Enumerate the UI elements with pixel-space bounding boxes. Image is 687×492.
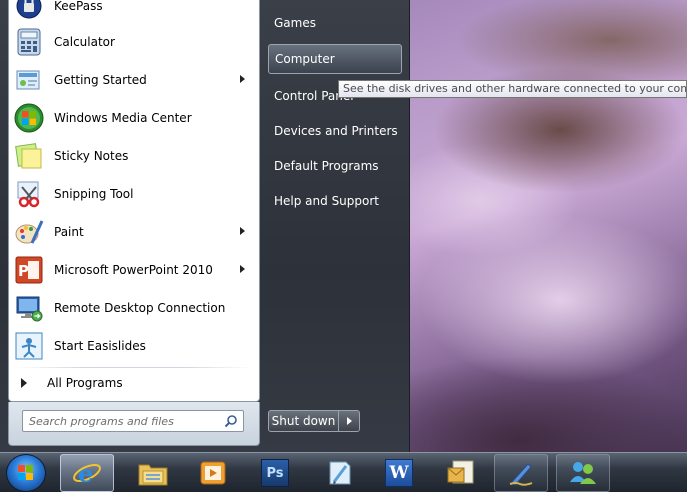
program-label: Getting Started bbox=[54, 73, 147, 87]
remote-desktop-icon bbox=[13, 292, 45, 324]
tooltip-text: See the disk drives and other hardware c… bbox=[343, 82, 687, 95]
program-label: Remote Desktop Connection bbox=[54, 301, 226, 315]
tooltip: See the disk drives and other hardware c… bbox=[338, 80, 687, 98]
taskbar-word[interactable]: W bbox=[372, 454, 426, 492]
program-powerpoint-2010[interactable]: P Microsoft PowerPoint 2010 bbox=[11, 251, 257, 289]
submenu-arrow-icon bbox=[240, 227, 245, 235]
shutdown-options-button[interactable] bbox=[339, 411, 359, 431]
taskbar-outlook[interactable] bbox=[434, 454, 488, 492]
word-label: W bbox=[389, 463, 409, 483]
taskbar-media-player[interactable] bbox=[186, 454, 240, 492]
pen-tool-icon bbox=[509, 463, 533, 486]
taskbar-messenger[interactable] bbox=[556, 454, 610, 492]
getting-started-icon bbox=[13, 64, 45, 96]
menu-item-label: Games bbox=[274, 16, 316, 30]
program-calculator[interactable]: Calculator bbox=[11, 23, 257, 61]
shutdown-button-group: Shut down bbox=[268, 410, 360, 432]
menu-item-computer[interactable]: Computer bbox=[268, 44, 402, 74]
menu-item-label: Help and Support bbox=[274, 194, 379, 208]
keepass-icon bbox=[13, 0, 45, 22]
taskbar-notepad[interactable] bbox=[312, 454, 366, 492]
all-programs-button[interactable]: All Programs bbox=[11, 370, 257, 396]
taskbar-photoshop[interactable]: Ps bbox=[248, 454, 302, 492]
menu-item-label: Default Programs bbox=[274, 159, 379, 173]
arrow-right-icon bbox=[21, 378, 27, 388]
taskbar-internet-explorer[interactable]: e bbox=[60, 454, 114, 492]
program-label: Start Easislides bbox=[54, 339, 146, 353]
windows-media-center-icon bbox=[13, 102, 45, 134]
menu-item-help-and-support[interactable]: Help and Support bbox=[268, 186, 402, 216]
photoshop-label: Ps bbox=[266, 465, 284, 481]
taskbar: e Ps W bbox=[0, 452, 687, 492]
search-area bbox=[8, 402, 260, 446]
start-menu: KeePass Calculator Getting Started Windo… bbox=[0, 0, 410, 452]
menu-item-devices-and-printers[interactable]: Devices and Printers bbox=[268, 116, 402, 146]
windows-explorer-icon bbox=[138, 464, 168, 486]
program-start-easislides[interactable]: Start Easislides bbox=[11, 327, 257, 365]
notepad-icon bbox=[329, 461, 351, 485]
menu-item-games[interactable]: Games bbox=[268, 8, 402, 38]
start-orb-icon[interactable] bbox=[6, 454, 46, 492]
word-icon: W bbox=[385, 459, 413, 487]
shutdown-button[interactable]: Shut down bbox=[269, 411, 339, 431]
program-getting-started[interactable]: Getting Started bbox=[11, 61, 257, 99]
program-label: Calculator bbox=[54, 35, 115, 49]
powerpoint-icon: P bbox=[13, 254, 45, 286]
internet-explorer-icon: e bbox=[73, 459, 101, 488]
media-player-icon bbox=[200, 461, 226, 485]
taskbar-windows-explorer[interactable] bbox=[126, 454, 180, 492]
program-keepass[interactable]: KeePass bbox=[11, 0, 257, 25]
all-programs-label: All Programs bbox=[47, 376, 123, 390]
program-label: Windows Media Center bbox=[54, 111, 192, 125]
programs-pane: KeePass Calculator Getting Started Windo… bbox=[8, 0, 260, 402]
program-paint[interactable]: Paint bbox=[11, 213, 257, 251]
search-input[interactable] bbox=[29, 413, 219, 429]
menu-item-label: Devices and Printers bbox=[274, 124, 398, 138]
taskbar-pen-tool[interactable] bbox=[494, 454, 548, 492]
program-label: Sticky Notes bbox=[54, 149, 129, 163]
svg-text:P: P bbox=[18, 262, 29, 280]
separator bbox=[15, 367, 253, 368]
program-remote-desktop[interactable]: Remote Desktop Connection bbox=[11, 289, 257, 327]
messenger-icon bbox=[570, 462, 596, 484]
program-label: Microsoft PowerPoint 2010 bbox=[54, 263, 213, 277]
calculator-icon bbox=[13, 26, 45, 58]
program-sticky-notes[interactable]: Sticky Notes bbox=[11, 137, 257, 175]
search-box bbox=[22, 410, 244, 432]
submenu-arrow-icon bbox=[240, 75, 245, 83]
sticky-notes-icon bbox=[13, 140, 45, 172]
program-label: Snipping Tool bbox=[54, 187, 134, 201]
submenu-arrow-icon bbox=[240, 265, 245, 273]
menu-item-label: Computer bbox=[275, 52, 335, 66]
program-windows-media-center[interactable]: Windows Media Center bbox=[11, 99, 257, 137]
outlook-icon bbox=[447, 460, 474, 484]
photoshop-icon: Ps bbox=[261, 459, 289, 487]
program-label: Paint bbox=[54, 225, 84, 239]
program-snipping-tool[interactable]: Snipping Tool bbox=[11, 175, 257, 213]
search-icon[interactable] bbox=[224, 414, 238, 428]
shutdown-label: Shut down bbox=[271, 414, 336, 428]
svg-text:e: e bbox=[78, 459, 93, 488]
snipping-tool-icon bbox=[13, 178, 45, 210]
easislides-icon bbox=[13, 330, 45, 362]
arrow-right-icon bbox=[346, 417, 352, 425]
program-label: KeePass bbox=[54, 0, 103, 13]
paint-icon bbox=[13, 216, 45, 248]
menu-item-default-programs[interactable]: Default Programs bbox=[268, 151, 402, 181]
